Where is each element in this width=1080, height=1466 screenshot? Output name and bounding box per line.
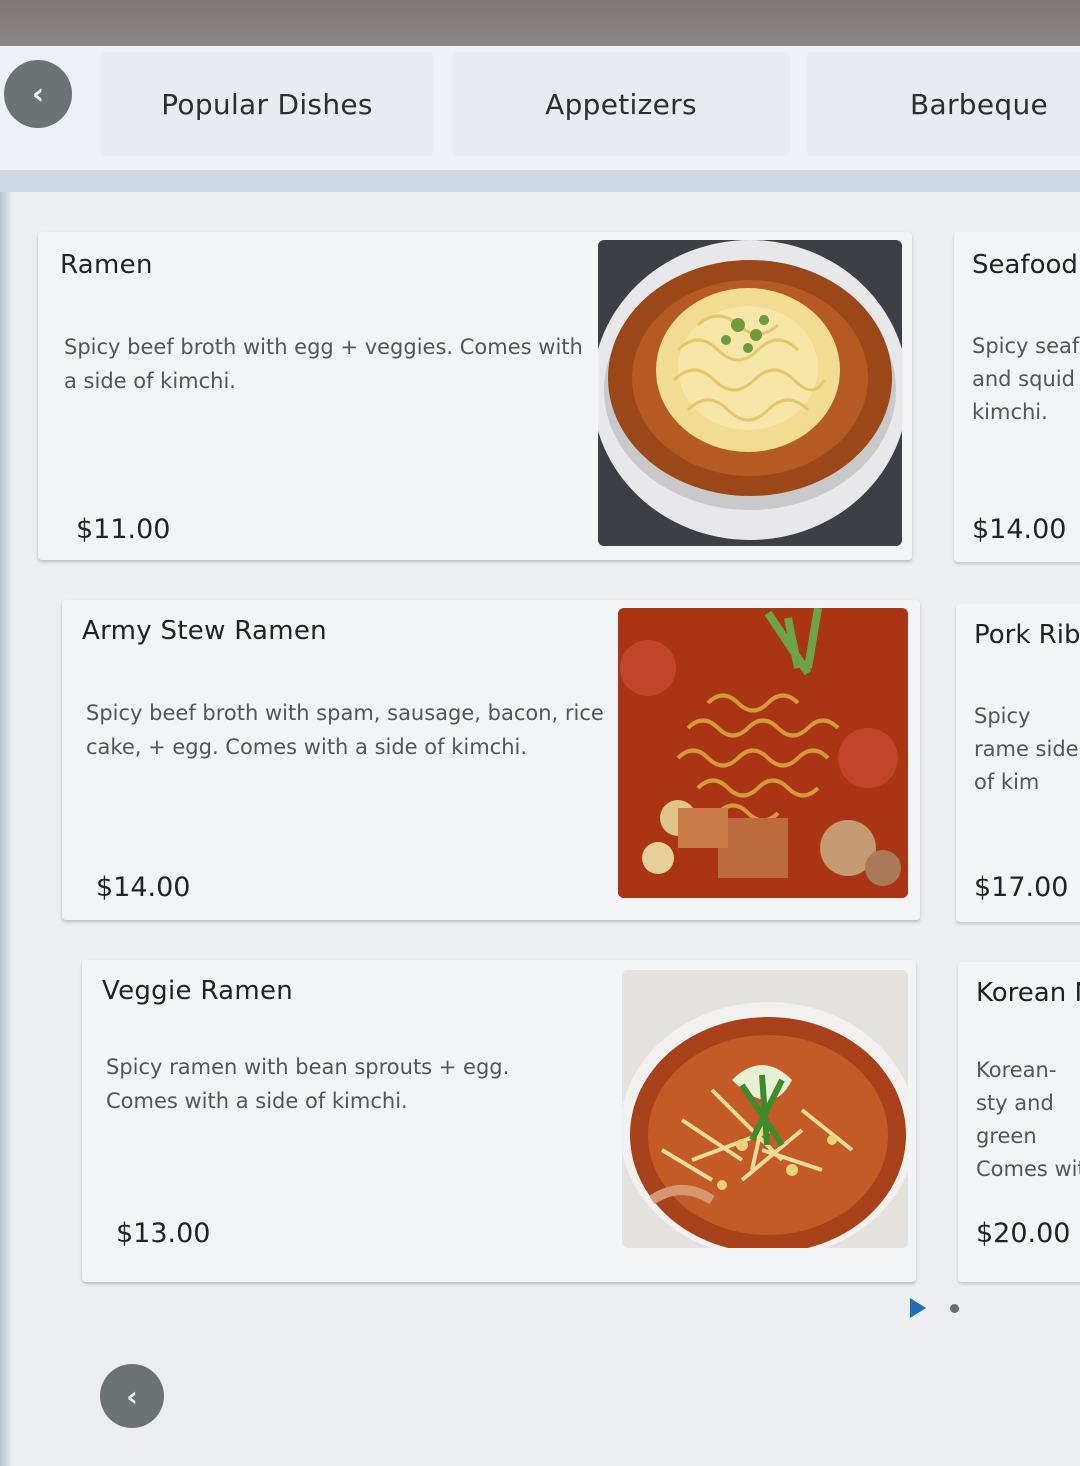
screen-edge [0,192,10,1466]
tab-popular-dishes[interactable]: Popular Dishes [100,52,434,156]
ramen-bowl-photo [598,240,902,546]
menu-item-price: $17.00 [974,872,1069,903]
menu-grid: Ramen Spicy beef broth with egg + veggie… [10,192,1080,1466]
menu-item-card-korean[interactable]: Korean N Korean-sty and green Comes wit … [958,962,1080,1282]
back-button[interactable]: ‹ [4,60,72,128]
menu-item-description: Spicy ramen with bean sprouts + egg. Com… [106,1055,510,1113]
tab-divider [0,170,1080,192]
menu-item-name: Korean N [976,978,1080,1008]
tab-label: Popular Dishes [161,87,373,121]
menu-item-name: Veggie Ramen [102,976,294,1006]
menu-item-name: Army Stew Ramen [82,616,327,646]
tab-label: Appetizers [545,87,697,121]
menu-item-price: $11.00 [76,514,171,545]
category-tab-bar: ‹ Popular Dishes Appetizers Barbeque [0,46,1080,170]
menu-item-price: $14.00 [96,872,191,903]
menu-item-description: Spicy rame side of kim [974,704,1079,794]
menu-item-price: $20.00 [976,1218,1071,1249]
menu-item-name: Pork Rib [974,620,1080,650]
menu-item-card-army-stew-ramen[interactable]: Army Stew Ramen Spicy beef broth with sp… [62,600,920,920]
menu-item-card-ramen[interactable]: Ramen Spicy beef broth with egg + veggie… [38,232,912,560]
menu-item-price: $13.00 [116,1218,211,1249]
army-stew-photo [618,608,908,898]
tab-barbeque[interactable]: Barbeque [806,52,1080,156]
menu-item-card-pork-rib[interactable]: Pork Rib Spicy rame side of kim $17.00 [956,604,1080,922]
menu-item-card-seafood[interactable]: Seafood Spicy seaf and squid kimchi. $14… [954,232,1080,562]
menu-item-name: Seafood [972,250,1078,280]
menu-item-description: Spicy seaf and squid kimchi. [972,334,1080,424]
chevron-left-icon: ‹ [31,76,45,112]
menu-item-name: Ramen [60,250,153,280]
veggie-ramen-photo [622,970,908,1248]
menu-item-description: Korean-sty and green Comes wit [976,1058,1080,1181]
kiosk-screen: ‹ Popular Dishes Appetizers Barbeque Ram… [0,46,1080,1466]
menu-item-description: Spicy beef broth with spam, sausage, bac… [86,701,604,759]
menu-item-card-veggie-ramen[interactable]: Veggie Ramen Spicy ramen with bean sprou… [82,960,916,1282]
chevron-left-icon: ‹ [126,1379,138,1413]
device-bezel [0,0,1080,48]
pager-current-icon[interactable] [910,1298,926,1318]
tab-label: Barbeque [910,87,1049,121]
menu-item-price: $14.00 [972,514,1067,545]
menu-item-description: Spicy beef broth with egg + veggies. Com… [64,335,583,393]
pager-dot-icon[interactable] [950,1304,959,1313]
bottom-back-button[interactable]: ‹ [100,1364,164,1428]
tab-appetizers[interactable]: Appetizers [452,52,790,156]
